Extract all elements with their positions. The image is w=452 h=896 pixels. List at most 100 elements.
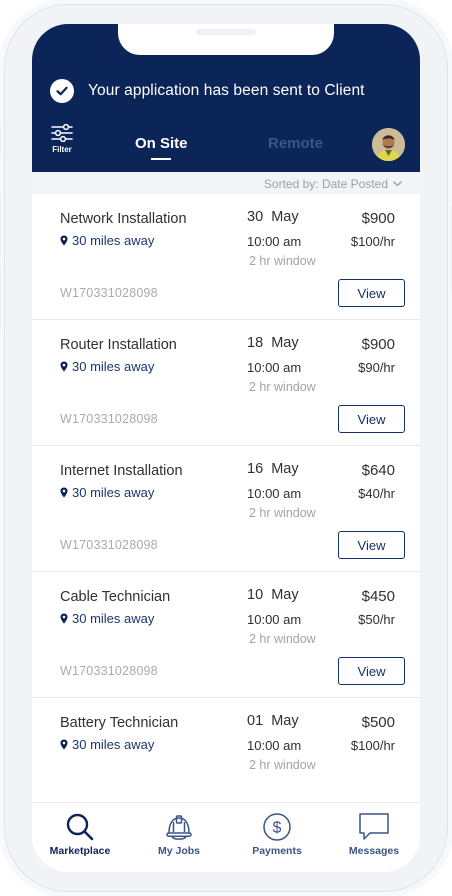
avatar[interactable] xyxy=(372,128,405,161)
job-window: 2 hr window xyxy=(249,254,316,268)
date-month: May xyxy=(271,713,299,729)
tab-my-jobs[interactable]: My Jobs xyxy=(139,812,219,857)
date-month: May xyxy=(271,587,299,603)
job-time: 10:00 am xyxy=(247,612,302,627)
tab-label: Marketplace xyxy=(49,845,111,857)
job-card[interactable]: Network Installation 30 miles away 30 Ma… xyxy=(32,194,420,320)
job-id: W170331028098 xyxy=(60,286,158,300)
search-icon xyxy=(66,813,94,841)
job-window: 2 hr window xyxy=(249,506,316,520)
job-id: W170331028098 xyxy=(60,664,158,678)
job-card[interactable]: Router Installation 30 miles away 18 May… xyxy=(32,320,420,446)
job-rate: $50/hr xyxy=(358,612,395,627)
distance-label: 30 miles away xyxy=(72,737,155,752)
date-day: 18 xyxy=(247,335,264,351)
location-pin-icon xyxy=(60,739,68,750)
location-pin-icon xyxy=(60,235,68,246)
tab-label: My Jobs xyxy=(157,845,200,857)
job-date: 18 May xyxy=(247,335,299,351)
job-distance: 30 miles away xyxy=(60,233,154,248)
date-day: 10 xyxy=(247,587,264,603)
job-time: 10:00 am xyxy=(247,486,302,501)
job-card[interactable]: Internet Installation 30 miles away 16 M… xyxy=(32,446,420,572)
filter-label: Filter xyxy=(52,145,72,154)
chat-bubble-icon xyxy=(359,813,389,840)
job-distance: 30 miles away xyxy=(60,359,154,374)
job-window: 2 hr window xyxy=(249,758,316,772)
view-button[interactable]: View xyxy=(338,405,405,433)
job-title: Battery Technician xyxy=(60,715,179,731)
view-button[interactable]: View xyxy=(338,531,405,559)
job-id: W170331028098 xyxy=(60,412,158,426)
dollar-circle-icon: $ xyxy=(263,813,291,841)
job-date: 30 May xyxy=(247,209,299,225)
job-time: 10:00 am xyxy=(247,360,302,375)
tab-label: Payments xyxy=(252,845,302,857)
job-time: 10:00 am xyxy=(247,738,302,753)
job-date: 10 May xyxy=(247,587,299,603)
phone-button xyxy=(0,267,1,329)
job-rate: $90/hr xyxy=(358,360,395,375)
phone-button xyxy=(0,195,1,257)
tab-messages[interactable]: Messages xyxy=(334,812,414,857)
hard-hat-icon xyxy=(166,815,192,840)
svg-text:$: $ xyxy=(273,820,282,837)
job-distance: 30 miles away xyxy=(60,611,154,626)
view-button[interactable]: View xyxy=(338,657,405,685)
location-pin-icon xyxy=(60,613,68,624)
banner-message: Your application has been sent to Client xyxy=(88,82,365,99)
distance-label: 30 miles away xyxy=(72,359,155,374)
sort-bar: Sorted by: Date Posted xyxy=(32,172,420,194)
job-date: 16 May xyxy=(247,461,299,477)
job-title: Cable Technician xyxy=(60,589,171,605)
job-card[interactable]: Cable Technician 30 miles away 10 May 10… xyxy=(32,572,420,698)
distance-label: 30 miles away xyxy=(72,611,155,626)
job-rate: $100/hr xyxy=(350,738,395,753)
job-price: $900 xyxy=(361,336,395,353)
location-pin-icon xyxy=(60,361,68,372)
tab-payments[interactable]: $ Payments xyxy=(237,812,317,857)
date-month: May xyxy=(271,461,299,477)
active-tab-indicator xyxy=(151,158,171,160)
job-title: Network Installation xyxy=(60,211,187,227)
job-window: 2 hr window xyxy=(249,632,316,646)
app-screen: Your application has been sent to Client… xyxy=(32,24,420,872)
date-day: 30 xyxy=(247,209,264,225)
job-window: 2 hr window xyxy=(249,380,316,394)
location-pin-icon xyxy=(60,487,68,498)
tab-label: Messages xyxy=(348,845,400,857)
job-title: Router Installation xyxy=(60,337,177,353)
date-day: 01 xyxy=(247,713,264,729)
job-distance: 30 miles away xyxy=(60,737,154,752)
job-time: 10:00 am xyxy=(247,234,302,249)
job-title: Internet Installation xyxy=(60,463,183,479)
job-price: $640 xyxy=(361,462,395,479)
sort-dropdown[interactable]: Sorted by: Date Posted xyxy=(264,177,402,191)
tab-marketplace[interactable]: Marketplace xyxy=(40,812,120,857)
distance-label: 30 miles away xyxy=(72,485,155,500)
job-rate: $100/hr xyxy=(350,234,395,249)
view-button[interactable]: View xyxy=(338,279,405,307)
app-header: Your application has been sent to Client… xyxy=(32,24,420,172)
job-distance: 30 miles away xyxy=(60,485,154,500)
bottom-tab-bar: Marketplace My Jobs $ Payments Messages xyxy=(32,802,420,872)
job-price: $500 xyxy=(361,714,395,731)
tab-remote[interactable]: Remote xyxy=(268,135,323,152)
check-circle-icon xyxy=(50,79,74,103)
sort-label: Sorted by: Date Posted xyxy=(263,177,388,191)
confirmation-banner: Your application has been sent to Client xyxy=(50,78,365,104)
job-list: Network Installation 30 miles away 30 Ma… xyxy=(32,194,420,824)
speaker-grille xyxy=(196,29,256,35)
job-rate: $40/hr xyxy=(358,486,395,501)
chevron-down-icon xyxy=(393,181,402,187)
tab-on-site[interactable]: On Site xyxy=(135,135,188,152)
job-date: 01 May xyxy=(247,713,299,729)
date-month: May xyxy=(271,209,299,225)
job-id: W170331028098 xyxy=(60,538,158,552)
phone-button xyxy=(0,125,1,155)
distance-label: 30 miles away xyxy=(72,233,155,248)
phone-notch xyxy=(118,24,334,55)
job-price: $450 xyxy=(361,588,395,605)
filter-button[interactable]: Filter xyxy=(50,124,74,154)
job-price: $900 xyxy=(361,210,395,227)
